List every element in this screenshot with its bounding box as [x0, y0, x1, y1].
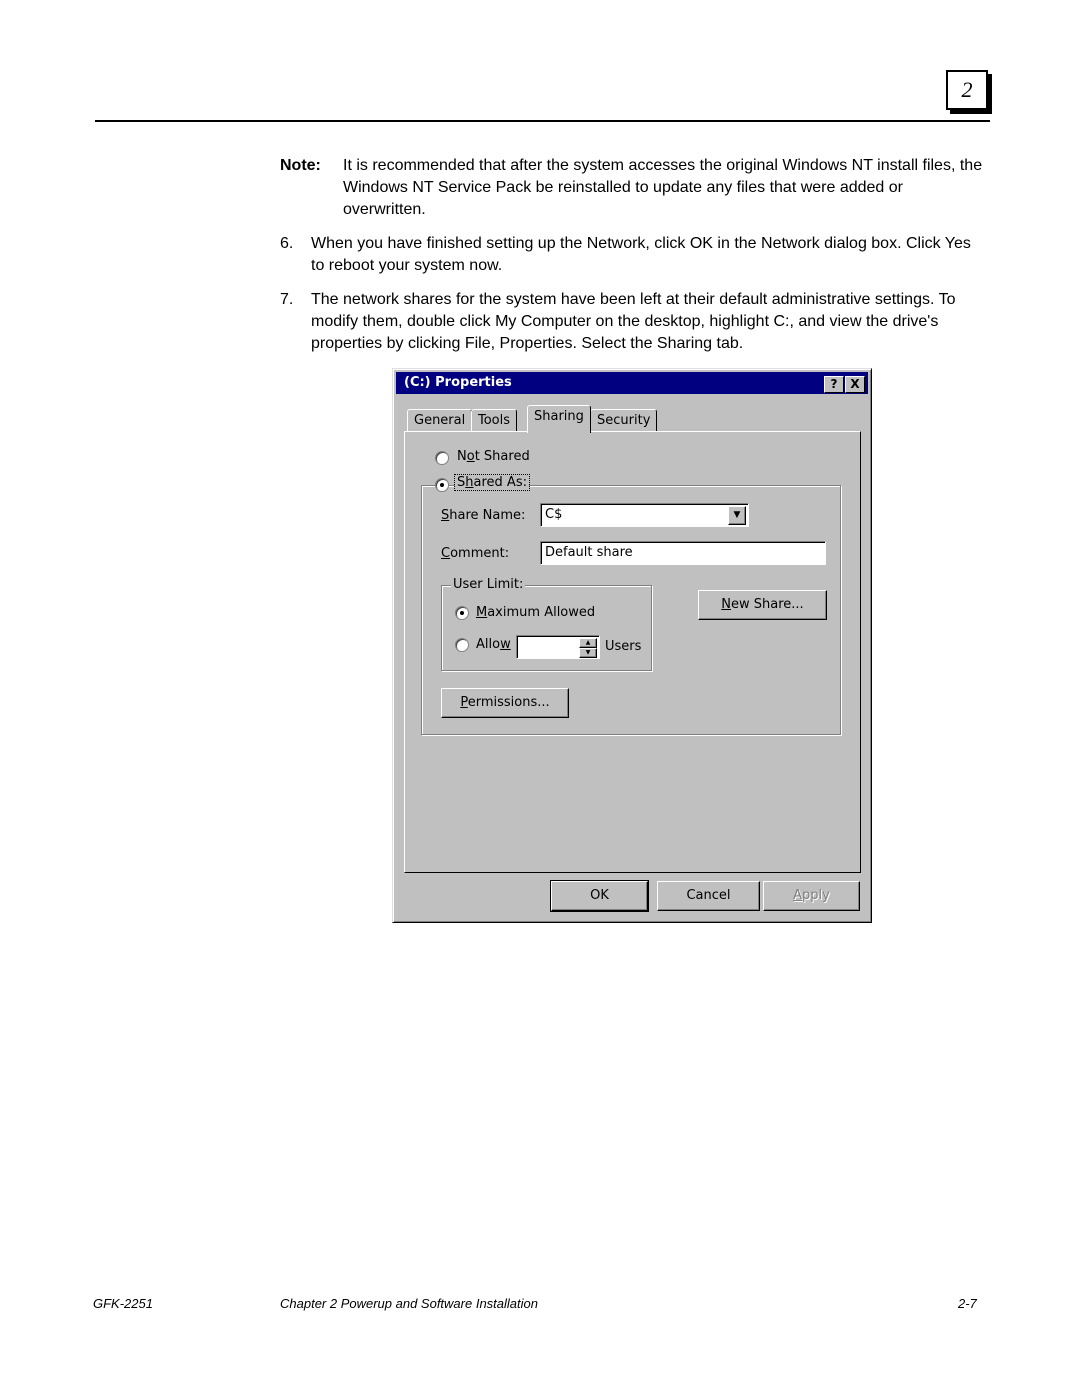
new-share-button[interactable]: New Share...	[698, 590, 827, 620]
comment-label: Comment:	[441, 546, 510, 561]
dialog-title: (C:) Properties	[404, 375, 512, 390]
shared-as-radio[interactable]	[435, 478, 449, 492]
properties-dialog: (C:) Properties ? X General Tools Sharin…	[392, 368, 872, 923]
footer-doc-id: GFK-2251	[93, 1296, 153, 1311]
shared-as-label[interactable]: Shared As:	[454, 474, 530, 491]
cancel-button[interactable]: Cancel	[657, 881, 760, 911]
footer-page-number: 2-7	[958, 1296, 977, 1311]
share-name-combobox[interactable]: C$ ▼	[540, 503, 749, 527]
spinner-up-icon[interactable]: ▲	[579, 638, 597, 648]
maximum-allowed-label[interactable]: Maximum Allowed	[476, 605, 595, 620]
permissions-button[interactable]: Permissions...	[441, 688, 569, 718]
chevron-down-icon[interactable]: ▼	[728, 506, 746, 525]
header-rule	[95, 120, 990, 122]
step-text: When you have finished setting up the Ne…	[311, 235, 971, 274]
comment-input[interactable]: Default share	[540, 541, 826, 565]
users-label: Users	[605, 639, 642, 654]
step-number: 7.	[280, 291, 294, 308]
step-text: The network shares for the system have b…	[311, 291, 956, 352]
ok-button[interactable]: OK	[550, 880, 649, 912]
help-button[interactable]: ?	[824, 376, 844, 393]
chapter-number-box: 2	[946, 70, 988, 110]
note-text: It is recommended that after the system …	[343, 157, 983, 218]
spinner-down-icon[interactable]: ▼	[579, 648, 597, 658]
tab-sharing[interactable]: Sharing	[527, 405, 591, 433]
not-shared-label[interactable]: Not Shared	[457, 449, 530, 464]
user-limit-legend: User Limit:	[451, 577, 526, 592]
note-label: Note:	[280, 157, 321, 174]
footer-chapter: Chapter 2 Powerup and Software Installat…	[280, 1296, 538, 1311]
allow-users-spinner[interactable]: ▲ ▼	[516, 635, 600, 659]
close-button[interactable]: X	[845, 376, 865, 393]
not-shared-radio[interactable]	[435, 451, 449, 465]
tab-tools[interactable]: Tools	[471, 409, 518, 432]
tab-general[interactable]: General	[407, 409, 473, 432]
maximum-allowed-radio[interactable]	[455, 606, 469, 620]
title-bar: (C:) Properties ? X	[396, 372, 868, 394]
sharing-panel: Not Shared Shared As: Share Name: C$ ▼ C…	[404, 431, 861, 873]
step-number: 6.	[280, 235, 294, 252]
share-name-label: Share Name:	[441, 508, 526, 523]
allow-radio[interactable]	[455, 638, 469, 652]
tab-security[interactable]: Security	[590, 409, 658, 432]
apply-button[interactable]: Apply	[763, 881, 860, 911]
allow-label[interactable]: Allow	[476, 637, 511, 652]
